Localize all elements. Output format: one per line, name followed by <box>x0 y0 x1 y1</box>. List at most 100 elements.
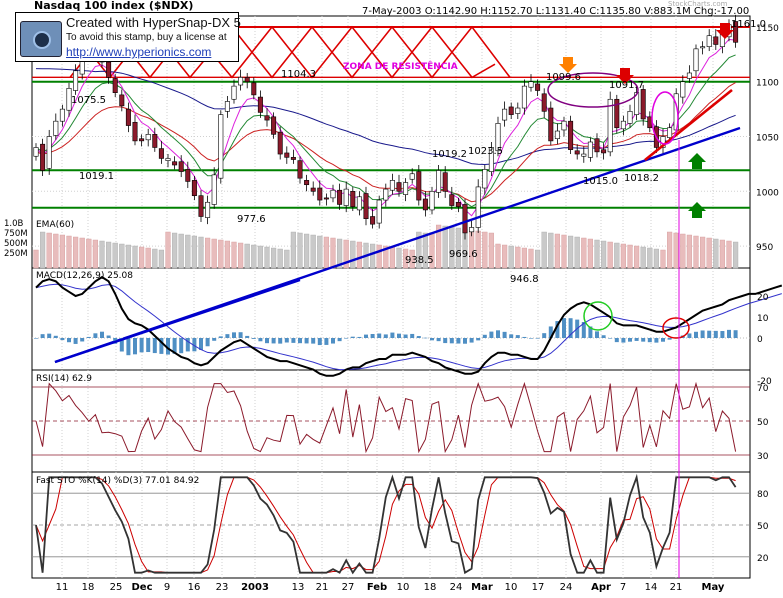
volume-tick-label: 750M <box>4 229 28 239</box>
macd-hist-bar <box>291 338 296 343</box>
volume-bar <box>330 237 336 269</box>
x-tick-label: 7 <box>620 582 626 593</box>
candle-down <box>244 77 250 83</box>
hypersnap-stamp: Created with HyperSnap-DX 5 To avoid thi… <box>15 12 241 62</box>
macd-hist-bar <box>40 334 45 338</box>
macd-hist-bar <box>152 338 157 354</box>
macd-hist-bar <box>463 338 467 344</box>
candle-down <box>442 172 448 192</box>
macd-hist-bar <box>133 338 137 355</box>
macd-hist-bar <box>271 338 276 344</box>
candle-down <box>416 171 422 201</box>
volume-bar <box>158 249 165 269</box>
macd-hist-bar <box>251 338 256 339</box>
price-annotation: 1075.5 <box>71 95 106 106</box>
macd-hist-bar <box>212 338 217 341</box>
candle-down <box>574 150 580 155</box>
x-tick-label: 25 <box>110 582 123 593</box>
volume-bar <box>686 234 693 269</box>
volume-tick-label: 500M <box>4 239 28 249</box>
x-tick-label: 21 <box>670 582 683 593</box>
macd-hist-bar <box>139 338 144 353</box>
macd-hist-bar <box>364 334 368 338</box>
x-tick-label: Feb <box>367 582 387 593</box>
volume-bar <box>290 231 297 269</box>
candle-down <box>640 89 646 120</box>
volume-bar <box>647 247 653 269</box>
candle-down <box>541 93 547 112</box>
macd-hist-bar <box>60 338 65 341</box>
x-tick-label: 10 <box>397 582 410 593</box>
macd-hist-bar <box>443 338 448 344</box>
volume-bar <box>99 240 105 269</box>
macd-hist-bar <box>179 338 184 354</box>
candle-up <box>521 85 527 109</box>
volume-bar <box>396 247 402 269</box>
price-annotation: 1019.2 <box>432 149 467 160</box>
volume-bar <box>706 237 712 269</box>
x-tick-label: 23 <box>216 582 229 593</box>
macd-hist-bar <box>258 338 263 342</box>
macd-hist-bar <box>403 334 408 338</box>
macd-hist-bar <box>469 338 474 343</box>
volume-bar <box>132 245 138 269</box>
macd-hist-bar <box>86 336 91 338</box>
macd-hist-bar <box>661 338 665 342</box>
candle-down <box>363 193 369 219</box>
x-tick-label: 18 <box>424 582 437 593</box>
candle-up <box>502 108 508 121</box>
price-annotation: 1091.7 <box>609 80 644 91</box>
macd-hist-bar <box>641 338 646 342</box>
candle-up <box>218 114 224 179</box>
macd-hist-bar <box>100 331 104 338</box>
candle-down <box>337 189 343 205</box>
volume-bar <box>693 235 699 269</box>
x-tick-label: 21 <box>316 582 329 593</box>
candle-down <box>304 180 310 186</box>
x-tick-label: Apr <box>591 582 611 593</box>
x-tick-label: May <box>702 582 725 593</box>
candle-up <box>330 189 336 199</box>
price-tick-label: 1100 <box>756 79 779 89</box>
candle-up <box>376 199 382 224</box>
volume-bar <box>198 236 204 269</box>
candle-up <box>238 77 244 86</box>
macd-hist-bar <box>331 338 335 344</box>
candle-up <box>231 85 237 100</box>
volume-bar <box>719 239 726 269</box>
volume-bar <box>59 234 66 269</box>
macd-hist-bar <box>535 338 540 339</box>
camera-icon <box>20 21 62 57</box>
candle-up <box>356 196 362 211</box>
volume-bar <box>79 237 85 269</box>
macd-hist-bar <box>232 332 236 338</box>
macd-hist-bar <box>436 338 441 342</box>
macd-hist-bar <box>218 336 223 338</box>
candle-down <box>277 131 283 155</box>
macd-hist-bar <box>265 338 269 344</box>
macd-hist-bar <box>298 338 302 344</box>
volume-bar <box>356 241 363 269</box>
volume-bar <box>165 231 171 269</box>
volume-bar <box>607 241 613 269</box>
macd-hist-bar <box>390 332 395 338</box>
macd-hist-bar <box>667 338 672 340</box>
volume-bar <box>244 243 250 269</box>
volume-bar <box>502 244 508 269</box>
x-tick-label: 24 <box>450 582 463 593</box>
candle-down <box>271 116 277 135</box>
macd-hist-bar <box>225 334 230 338</box>
macd-hist-bar <box>502 331 507 338</box>
candle-up <box>343 188 349 206</box>
volume-bar <box>455 227 462 269</box>
x-tick-label: 10 <box>505 582 518 593</box>
volume-bar <box>277 248 283 269</box>
volume-bar <box>185 234 191 269</box>
candle-up <box>693 48 699 72</box>
macd-hist-bar <box>654 338 659 343</box>
volume-bar <box>92 239 99 269</box>
macd-hist-bar <box>720 331 725 338</box>
stamp-link[interactable]: http://www.hyperionics.com <box>66 45 211 59</box>
candle-up <box>482 169 488 189</box>
candle-down <box>535 83 541 91</box>
